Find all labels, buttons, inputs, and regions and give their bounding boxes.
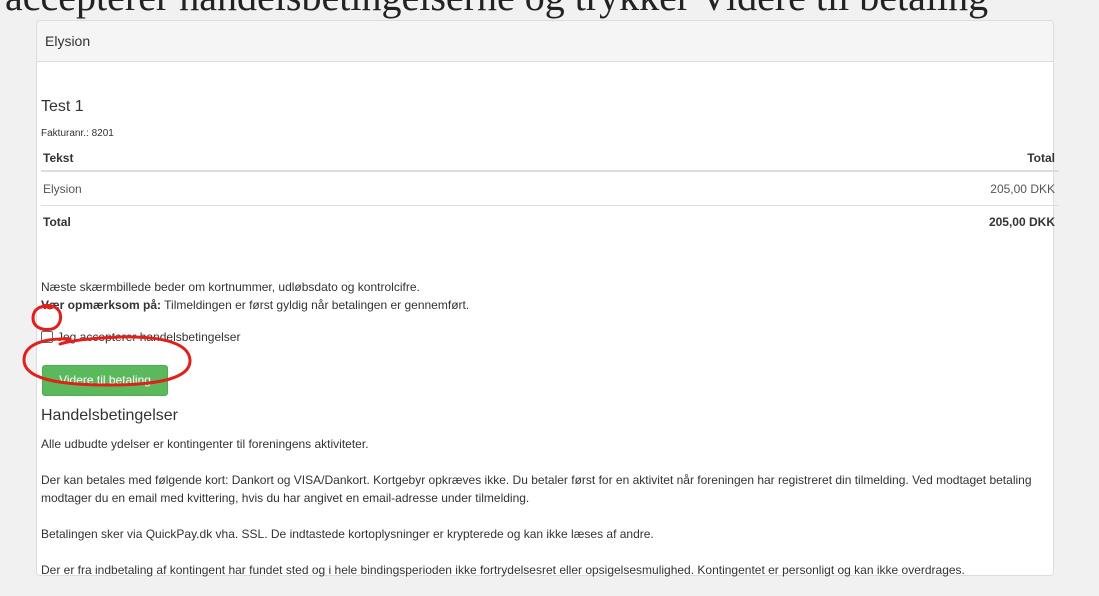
total-value: 205,00 DKK (988, 215, 1055, 229)
column-header-text: Tekst (41, 142, 420, 172)
terms-paragraph: Der er fra indbetaling af kontingent har… (41, 563, 965, 577)
table-row: Elysion 205,00 DKK (41, 171, 1059, 206)
column-header-total: Total (419, 142, 1059, 172)
continue-to-payment-button[interactable]: Videre til betaling (42, 365, 168, 396)
terms-paragraph: Der kan betales med følgende kort: Danko… (41, 473, 1032, 505)
table-header-row: Tekst Total (41, 142, 1059, 172)
row-total: 205,00 DKK (419, 171, 1059, 206)
attention-note: Vær opmærksom på: Tilmeldingen er først … (41, 298, 469, 312)
accept-terms-row[interactable]: Jeg accepterer handelsbetingelser (41, 330, 240, 344)
total-row: Total 205,00 DKK (41, 206, 1059, 239)
invoice-title: Test 1 (41, 98, 84, 115)
panel-heading: Elysion (37, 21, 1053, 62)
card-info-note: Næste skærmbillede beder om kortnummer, … (41, 280, 420, 294)
attention-label: Vær opmærksom på: (41, 298, 162, 312)
accept-terms-label[interactable]: Jeg accepterer handelsbetingelser (57, 330, 240, 344)
partial-instruction-text: accepterer handelsbetingelserne og trykk… (0, 0, 1099, 20)
attention-text: Tilmeldingen er først gyldig når betalin… (161, 298, 470, 312)
accept-terms-checkbox[interactable] (41, 331, 53, 343)
payment-panel: Elysion Test 1 Fakturanr.: 8201 Tekst To… (36, 20, 1059, 577)
invoice-number: Fakturanr.: 8201 (41, 128, 114, 139)
total-label: Total (43, 215, 71, 229)
terms-paragraph: Alle udbudte ydelser er kontingenter til… (41, 437, 369, 451)
invoice-table: Tekst Total Elysion 205,00 DKK Total 205… (41, 142, 1059, 238)
row-text: Elysion (41, 171, 420, 206)
terms-heading: Handelsbetingelser (41, 407, 178, 424)
terms-paragraph: Betalingen sker via QuickPay.dk vha. SSL… (41, 527, 654, 541)
